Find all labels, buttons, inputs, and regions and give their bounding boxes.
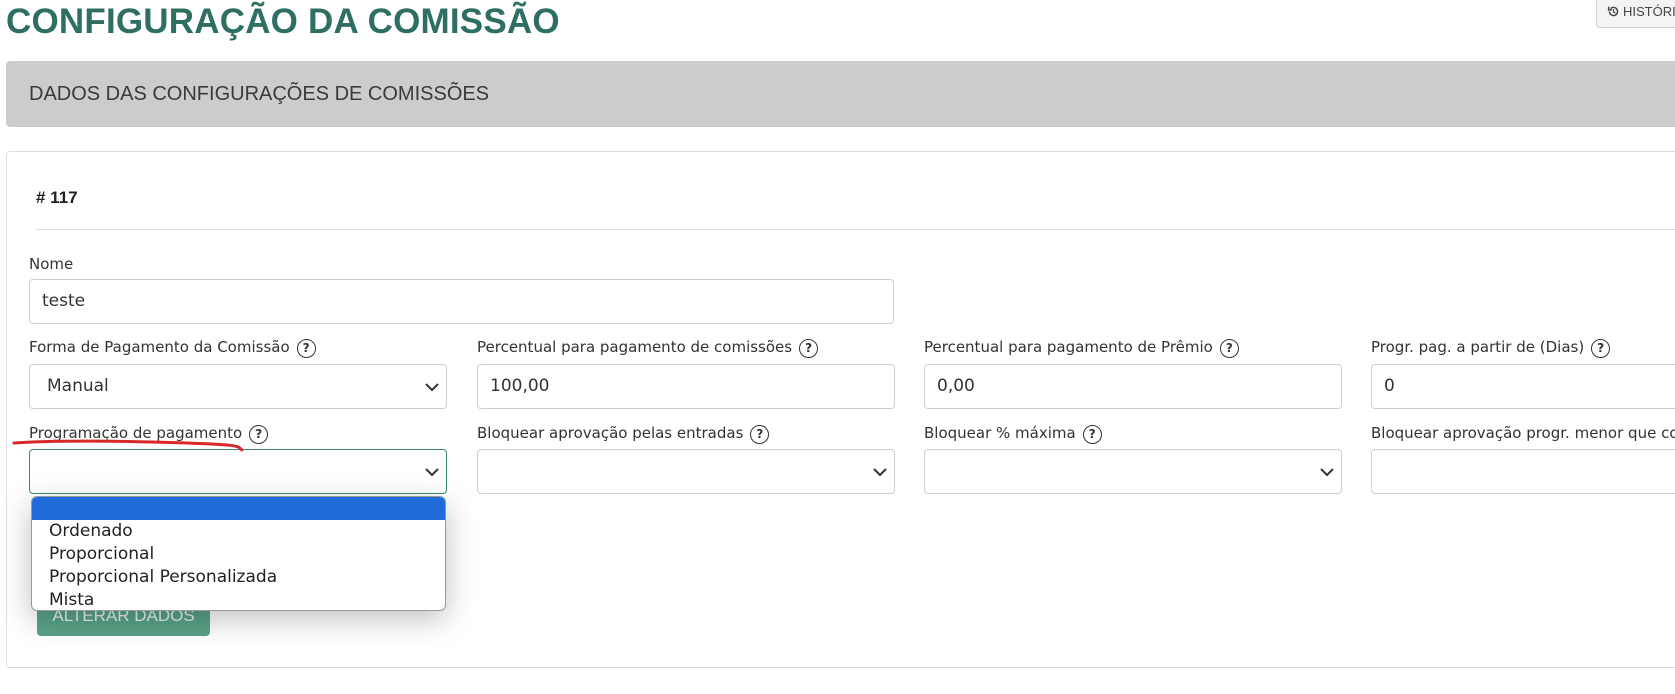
bloquear-maxima-select[interactable] xyxy=(924,449,1342,494)
help-icon[interactable]: ? xyxy=(296,339,316,358)
help-icon[interactable]: ? xyxy=(799,339,819,358)
history-icon xyxy=(1607,5,1620,21)
help-icon[interactable]: ? xyxy=(1219,339,1239,358)
percentual-comissoes-label: Percentual para pagamento de comissões? xyxy=(477,338,819,358)
nome-input[interactable]: teste xyxy=(29,279,894,324)
progr-dias-value: 0 xyxy=(1384,376,1395,396)
bloquear-entradas-select[interactable] xyxy=(477,449,895,494)
percentual-premio-label: Percentual para pagamento de Prêmio? xyxy=(924,338,1239,358)
history-button[interactable]: HISTÓRICO xyxy=(1596,0,1675,28)
percentual-premio-input[interactable]: 0,00 xyxy=(924,364,1342,409)
bloquear-progr-input[interactable] xyxy=(1371,449,1675,494)
percentual-comissoes-value: 100,00 xyxy=(490,376,550,396)
dropdown-option-ordenado[interactable]: Ordenado xyxy=(32,520,445,543)
progr-dias-input[interactable]: 0 xyxy=(1371,364,1675,409)
nome-value: teste xyxy=(42,291,86,311)
dropdown-option-proporcional[interactable]: Proporcional xyxy=(32,543,445,566)
percentual-premio-value: 0,00 xyxy=(937,376,975,396)
programacao-pagamento-select[interactable] xyxy=(29,449,447,494)
nome-label: Nome xyxy=(29,255,74,273)
forma-pagamento-select[interactable]: Manual xyxy=(29,364,447,409)
page-title: CONFIGURAÇÃO DA COMISSÃO xyxy=(6,2,560,41)
chevron-down-icon xyxy=(425,468,439,477)
bloquear-progr-label: Bloquear aprovação progr. menor que comi… xyxy=(1371,424,1675,442)
help-icon[interactable]: ? xyxy=(1082,425,1102,444)
bloquear-maxima-label: Bloquear % máxima? xyxy=(924,424,1102,444)
chevron-down-icon xyxy=(873,468,887,477)
percentual-comissoes-input[interactable]: 100,00 xyxy=(477,364,895,409)
chevron-down-icon xyxy=(425,383,439,392)
help-icon[interactable]: ? xyxy=(249,425,269,444)
record-id: # 117 xyxy=(36,188,78,207)
dropdown-option-proporcional-personalizada[interactable]: Proporcional Personalizada xyxy=(32,566,445,589)
chevron-down-icon xyxy=(1320,468,1334,477)
forma-pagamento-label: Forma de Pagamento da Comissão? xyxy=(29,338,316,358)
annotation-underline xyxy=(12,439,244,452)
bloquear-entradas-label: Bloquear aprovação pelas entradas? xyxy=(477,424,770,444)
dropdown-option-empty[interactable] xyxy=(32,497,445,520)
dropdown-option-mista[interactable]: Mista xyxy=(32,589,445,610)
help-icon[interactable]: ? xyxy=(750,425,770,444)
section-header: DADOS DAS CONFIGURAÇÕES DE COMISSÕES xyxy=(6,61,1675,127)
divider xyxy=(36,229,1675,230)
programacao-pagamento-dropdown[interactable]: Ordenado Proporcional Proporcional Perso… xyxy=(31,496,446,611)
help-icon[interactable]: ? xyxy=(1591,339,1611,358)
history-label: HISTÓRICO xyxy=(1623,4,1675,19)
forma-pagamento-value: Manual xyxy=(47,376,109,396)
progr-dias-label: Progr. pag. a partir de (Dias)? xyxy=(1371,338,1611,358)
